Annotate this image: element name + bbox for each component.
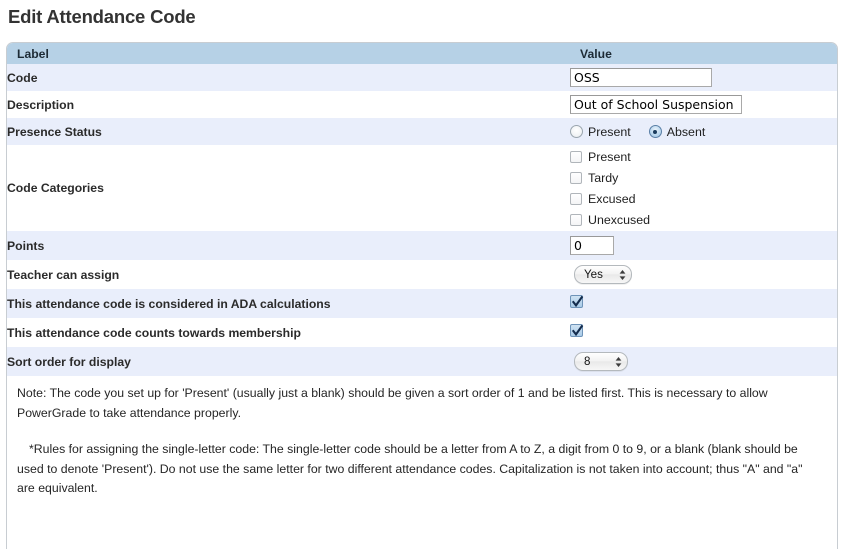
checkbox-excused-label: Excused — [588, 191, 636, 206]
value-cell-code — [570, 64, 837, 91]
checkbox-tardy-label: Tardy — [588, 170, 619, 185]
value-cell-ada-calculations — [570, 289, 837, 318]
label-teacher-can-assign: Teacher can assign — [7, 267, 120, 282]
points-input[interactable] — [570, 236, 614, 255]
table-row-description: Description — [7, 91, 837, 118]
label-sort-order: Sort order for display — [7, 354, 131, 369]
table-row-teacher-can-assign: Teacher can assign Yes — [7, 260, 837, 289]
radio-absent-icon[interactable] — [648, 125, 662, 138]
radio-absent-label: Absent — [666, 124, 706, 139]
checkbox-tardy-icon[interactable] — [570, 171, 582, 184]
checkbox-option-present[interactable]: Present — [570, 147, 837, 167]
label-counts-towards-membership: This attendance code counts towards memb… — [7, 325, 301, 340]
radio-option-absent[interactable]: Absent — [648, 124, 706, 139]
table-row-code: Code — [7, 64, 837, 91]
attendance-code-panel: Label Value Code Description — [6, 42, 838, 549]
value-cell-code-categories: Present Tardy Excused Unexcused — [570, 145, 837, 231]
notes-section: Note: The code you set up for 'Present' … — [7, 376, 837, 509]
label-code-categories: Code Categories — [7, 181, 104, 195]
code-input[interactable] — [570, 68, 712, 87]
value-cell-points — [570, 231, 837, 260]
radio-option-present[interactable]: Present — [570, 125, 631, 139]
label-presence-status: Presence Status — [7, 124, 102, 139]
checkbox-option-excused[interactable]: Excused — [570, 189, 837, 209]
page-title: Edit Attendance Code — [8, 6, 196, 27]
radio-present-label: Present — [588, 124, 631, 139]
page-root: Edit Attendance Code Label Value Code OS… — [0, 0, 846, 549]
sort-order-select[interactable]: 8 — [574, 352, 628, 371]
sort-order-select-value: 8 — [584, 355, 591, 368]
label-code: Code — [7, 70, 38, 85]
table-row-points: Points — [7, 231, 837, 260]
note-paragraph-code-rules: *Rules for assigning the single-letter c… — [17, 442, 803, 495]
note-paragraph-sort-order: Note: The code you set up for 'Present' … — [17, 386, 768, 420]
membership-checkbox[interactable] — [570, 323, 584, 337]
teacher-can-assign-select-value: Yes — [584, 268, 603, 281]
value-cell-counts-towards-membership — [570, 318, 837, 347]
checkbox-unexcused-label: Unexcused — [588, 212, 650, 227]
stepper-arrows-icon — [619, 269, 626, 281]
value-cell-presence-status: Present Absent — [570, 118, 837, 145]
label-points: Points — [7, 238, 45, 253]
checkbox-present-icon[interactable] — [570, 150, 582, 163]
teacher-can-assign-select[interactable]: Yes — [574, 265, 632, 284]
checkbox-option-tardy[interactable]: Tardy — [570, 168, 837, 188]
radio-present-icon[interactable] — [570, 125, 583, 138]
value-cell-description — [570, 91, 837, 118]
table-row-ada-calculations: This attendance code is considered in AD… — [7, 289, 837, 318]
ada-calculations-checkbox[interactable] — [570, 294, 584, 308]
column-header-value: Value — [580, 46, 612, 61]
table-row-code-categories: Code Categories Present Tardy Excused Un… — [7, 145, 837, 231]
checkbox-excused-icon[interactable] — [570, 192, 582, 205]
checkbox-present-label: Present — [588, 149, 631, 164]
table-row-sort-order: Sort order for display 8 — [7, 347, 837, 376]
table-row-presence-status: Presence Status Present Absent — [7, 118, 837, 145]
table-row-counts-towards-membership: This attendance code counts towards memb… — [7, 318, 837, 347]
label-ada-calculations: This attendance code is considered in AD… — [7, 296, 331, 311]
value-cell-teacher-can-assign: Yes — [570, 260, 837, 289]
label-description: Description — [7, 97, 75, 112]
checkbox-unexcused-icon[interactable] — [570, 213, 582, 226]
code-categories-checkbox-list: Present Tardy Excused Unexcused — [570, 147, 837, 230]
stepper-arrows-icon — [615, 356, 622, 368]
description-input[interactable] — [570, 95, 742, 114]
checkbox-option-unexcused[interactable]: Unexcused — [570, 210, 837, 230]
column-header-label: Label — [17, 46, 49, 61]
value-cell-sort-order: 8 — [570, 347, 837, 376]
presence-status-radio-group: Present Absent — [570, 125, 837, 139]
table-header-row: Label Value — [7, 43, 837, 64]
attendance-code-form-table: Label Value Code Description — [7, 43, 837, 376]
